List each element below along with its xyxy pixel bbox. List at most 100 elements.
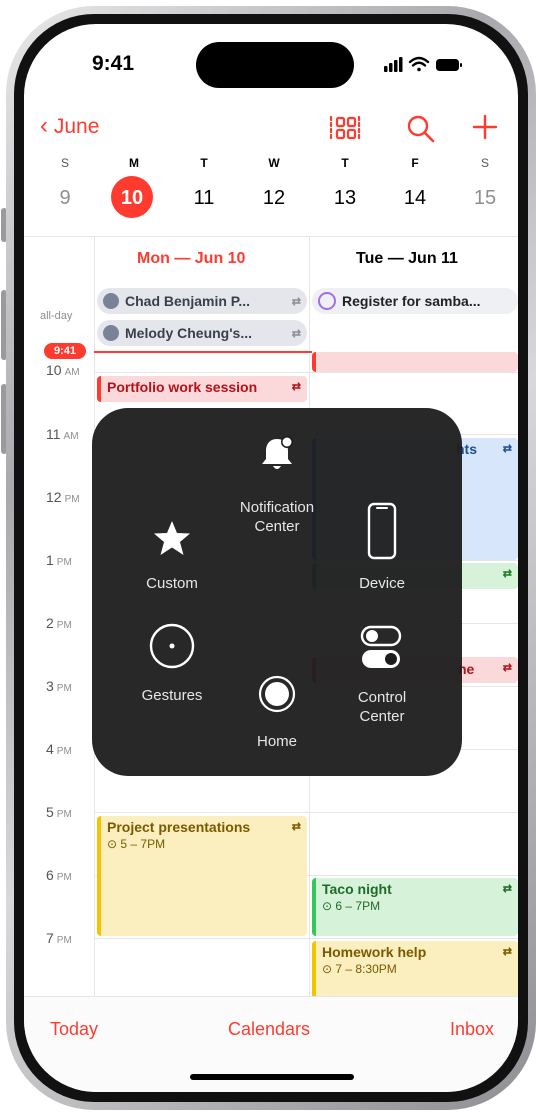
cellular-signal-icon	[384, 57, 403, 72]
current-time-line	[94, 351, 312, 353]
event-portfolio[interactable]: Portfolio work session ⇄	[97, 376, 307, 402]
event-title: Chad Benjamin P...	[125, 293, 250, 309]
repeat-icon: ⇄	[502, 568, 512, 580]
bell-icon	[262, 436, 293, 469]
weekday-sat: S	[480, 156, 489, 170]
gestures-icon	[149, 623, 195, 669]
event-time: ⊙ 6 – 7PM	[322, 899, 381, 913]
date-15[interactable]: 15	[465, 187, 505, 210]
date-11[interactable]: 11	[184, 187, 224, 210]
repeat-icon: ⇄	[291, 821, 301, 833]
status-time: 9:41	[92, 52, 135, 75]
event-color-bar	[312, 878, 316, 936]
hour-label: 10 AM	[46, 362, 80, 378]
event-title: Portfolio work session	[107, 379, 258, 395]
search-icon[interactable]	[406, 114, 436, 144]
at-label-gestures: Gestures	[141, 687, 203, 704]
event-color-bar	[312, 352, 316, 372]
repeat-icon: ⇄	[502, 946, 512, 958]
date-12[interactable]: 12	[254, 187, 294, 210]
weekday-sun: S	[60, 156, 69, 170]
at-label-home: Home	[256, 733, 297, 750]
weekday-fri: F	[411, 156, 419, 170]
back-label: June	[53, 115, 100, 138]
all-day-event-register[interactable]: Register for samba...	[312, 288, 518, 314]
event-project-presentations[interactable]: Project presentations ⊙ 5 – 7PM ⇄	[97, 816, 307, 936]
star-icon	[154, 521, 190, 555]
at-label-device: Device	[359, 575, 405, 592]
assistive-touch-menu: Notification Center Custom Device Gestur…	[92, 408, 462, 776]
dynamic-island	[196, 42, 354, 88]
weekday-tue: T	[200, 156, 208, 170]
event-color-bar	[97, 816, 101, 936]
day1-title[interactable]: Mon — Jun 10	[137, 250, 245, 268]
screen: 9:41 ‹ June S M T W T F S 9 10 11 12 13 …	[24, 24, 518, 1092]
wifi-icon	[408, 56, 430, 72]
hour-line-7	[94, 938, 518, 939]
weekday-mon: M	[129, 156, 139, 170]
hour-label: 6 PM	[46, 867, 72, 883]
at-custom[interactable]: Custom	[122, 518, 222, 614]
hour-label: 12 PM	[46, 489, 80, 505]
current-time-badge: 9:41	[44, 343, 86, 359]
repeat-icon: ⇄	[502, 662, 512, 674]
event-title: Register for samba...	[342, 293, 481, 309]
all-day-event-melody[interactable]: Melody Cheung's... ⇄	[97, 320, 307, 346]
hour-label: 7 PM	[46, 930, 72, 946]
date-14[interactable]: 14	[395, 187, 435, 210]
event-day2-morning[interactable]	[312, 352, 518, 372]
back-button[interactable]: ‹ June	[40, 112, 99, 140]
repeat-icon: ⇄	[291, 295, 301, 308]
at-gestures[interactable]: Gestures	[122, 622, 222, 722]
hour-line-5	[94, 812, 518, 813]
tab-inbox[interactable]: Inbox	[450, 1019, 494, 1040]
repeat-icon: ⇄	[291, 381, 301, 393]
day2-title[interactable]: Tue — Jun 11	[356, 250, 458, 268]
event-color-bar	[312, 941, 316, 1001]
event-title: Taco night	[322, 881, 392, 897]
event-taco-night[interactable]: Taco night ⊙ 6 – 7PM ⇄	[312, 878, 518, 936]
week-strip-divider	[24, 236, 518, 237]
circle-icon	[318, 292, 336, 310]
weekday-wed: W	[268, 156, 280, 170]
repeat-icon: ⇄	[502, 443, 512, 455]
hour-label: 2 PM	[46, 615, 72, 631]
repeat-icon: ⇄	[291, 327, 301, 340]
tab-today[interactable]: Today	[50, 1019, 98, 1040]
at-control-center[interactable]: Control Center	[332, 624, 432, 734]
date-13[interactable]: 13	[325, 187, 365, 210]
home-button-icon	[258, 675, 296, 713]
back-chevron-icon: ‹	[40, 112, 48, 139]
event-title: Project presentations	[107, 819, 251, 835]
at-label-notification-center: Notification Center	[239, 499, 315, 535]
event-title: Homework help	[322, 944, 427, 960]
battery-icon	[436, 59, 462, 71]
home-indicator	[190, 1074, 354, 1080]
birthday-icon	[103, 325, 119, 341]
hour-label: 11 AM	[46, 426, 79, 442]
add-icon[interactable]	[472, 114, 498, 140]
hour-line-10	[94, 372, 518, 373]
event-homework-help[interactable]: Homework help ⊙ 7 – 8:30PM ⇄	[312, 941, 518, 1001]
day-view-icon[interactable]	[328, 114, 362, 142]
at-home[interactable]: Home	[232, 674, 322, 764]
event-time: ⊙ 5 – 7PM	[107, 837, 166, 851]
date-10[interactable]: 10	[112, 187, 152, 210]
birthday-icon	[103, 293, 119, 309]
hour-label: 4 PM	[46, 741, 72, 757]
all-day-event-chad[interactable]: Chad Benjamin P... ⇄	[97, 288, 307, 314]
tab-calendars[interactable]: Calendars	[228, 1019, 310, 1040]
event-color-bar	[97, 376, 101, 402]
event-title: Melody Cheung's...	[125, 325, 253, 341]
date-9[interactable]: 9	[45, 187, 85, 210]
event-time: ⊙ 7 – 8:30PM	[322, 962, 397, 976]
at-notification-center[interactable]: Notification Center	[212, 434, 342, 544]
at-device[interactable]: Device	[332, 502, 432, 612]
hour-label: 5 PM	[46, 804, 72, 820]
at-label-custom: Custom	[146, 575, 198, 592]
toggle-icon	[360, 625, 402, 668]
repeat-icon: ⇄	[502, 883, 512, 895]
hour-label: 3 PM	[46, 678, 72, 694]
at-label-control-center: Control Center	[357, 689, 407, 725]
status-icons	[384, 56, 462, 72]
